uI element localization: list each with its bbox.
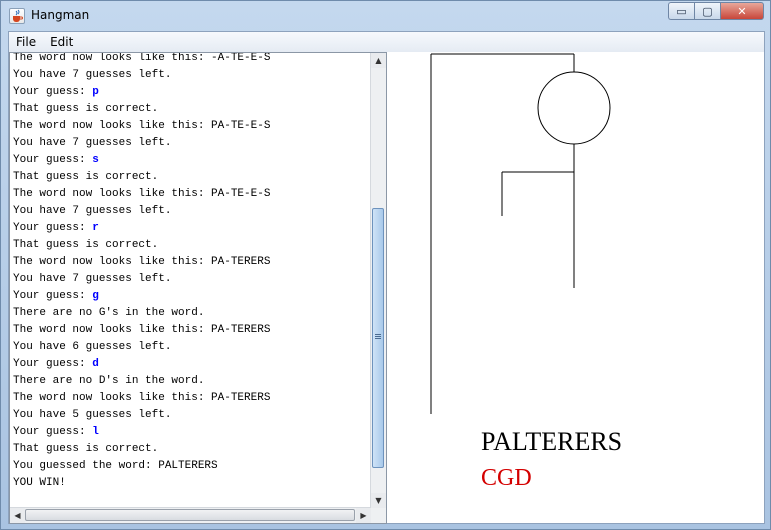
console-text: Your guess:	[13, 426, 93, 438]
revealed-word: PALTERERS	[481, 427, 623, 456]
console-text: You have 5 guesses left.	[13, 409, 172, 421]
guess-letter: s	[92, 154, 99, 166]
window-title: Hangman	[31, 8, 90, 22]
console-line: The word now looks like this: PA-TERERS	[13, 254, 371, 271]
console-text: The word now looks like this: PA-TERERS	[13, 392, 271, 404]
console-line: You have 5 guesses left.	[13, 407, 371, 424]
app-window: Hangman ▭ ▢ ✕ File Edit The word now loo…	[0, 0, 771, 530]
vertical-scroll-thumb[interactable]	[372, 208, 384, 469]
console-line: Your guess: s	[13, 152, 371, 169]
console-text: That guess is correct.	[13, 171, 159, 183]
console-text: Your guess:	[13, 86, 93, 98]
java-cup-icon	[9, 8, 25, 24]
console-text: You have 7 guesses left.	[13, 205, 172, 217]
console-line: The word now looks like this: PA-TE-E-S	[13, 186, 371, 203]
console-text: Your guess:	[13, 290, 93, 302]
console-log: The word now looks like this: -A-TE-E-S Y…	[13, 52, 371, 492]
console-line: The word now looks like this: -A-TE-E-S	[13, 52, 371, 67]
scroll-up-arrow-icon[interactable]: ▲	[371, 53, 386, 68]
console-line: You guessed the word: PALTERERS	[13, 458, 371, 475]
console-text: You have 6 guesses left.	[13, 341, 172, 353]
guess-letter: p	[92, 86, 99, 98]
menu-edit[interactable]: Edit	[43, 32, 80, 52]
console-text: The word now looks like this: PA-TE-E-S	[13, 188, 271, 200]
console-text: Your guess:	[13, 154, 93, 166]
console-text: You guessed the word: PALTERERS	[13, 460, 218, 472]
console-text: The word now looks like this: -A-TE-E-S	[13, 52, 271, 64]
guess-letter: d	[92, 358, 99, 370]
guess-letter: r	[92, 222, 99, 234]
console-text: YOU WIN!	[13, 477, 66, 489]
menu-file[interactable]: File	[9, 32, 43, 52]
console-text: Your guess:	[13, 222, 93, 234]
console-line: The word now looks like this: PA-TE-E-S	[13, 118, 371, 135]
console-line: You have 7 guesses left.	[13, 203, 371, 220]
console-line: That guess is correct.	[13, 169, 371, 186]
console-line: You have 7 guesses left.	[13, 135, 371, 152]
menu-bar: File Edit	[9, 32, 764, 52]
console-text: That guess is correct.	[13, 443, 159, 455]
console-line: There are no D's in the word.	[13, 373, 371, 390]
scroll-right-arrow-icon[interactable]: ▶	[356, 508, 371, 523]
close-button[interactable]: ✕	[720, 2, 764, 20]
console-text: The word now looks like this: PA-TERERS	[13, 324, 271, 336]
console-line: Your guess: p	[13, 84, 371, 101]
console-line: Your guess: r	[13, 220, 371, 237]
incorrect-guesses: CGD	[481, 465, 532, 491]
console-text: The word now looks like this: PA-TE-E-S	[13, 120, 271, 132]
console-line: You have 7 guesses left.	[13, 67, 371, 84]
hangman-canvas: PALTERERS CGD	[387, 52, 764, 524]
scroll-down-arrow-icon[interactable]: ▼	[371, 493, 386, 508]
console-text: That guess is correct.	[13, 239, 159, 251]
title-bar[interactable]: Hangman ▭ ▢ ✕	[1, 1, 770, 31]
console-line: That guess is correct.	[13, 441, 371, 458]
console-line: YOU WIN!	[13, 475, 371, 492]
console-line: The word now looks like this: PA-TERERS	[13, 322, 371, 339]
thumb-grip	[375, 336, 381, 338]
console-line: The word now looks like this: PA-TERERS	[13, 390, 371, 407]
horizontal-scroll-thumb[interactable]	[25, 509, 355, 521]
thumb-grip	[375, 334, 381, 336]
guess-letter: g	[92, 290, 99, 302]
console-text: You have 7 guesses left.	[13, 137, 172, 149]
thumb-grip	[375, 338, 381, 340]
console-line: You have 6 guesses left.	[13, 339, 371, 356]
console-line: Your guess: g	[13, 288, 371, 305]
client-area: File Edit The word now looks like this: …	[8, 31, 765, 524]
vertical-scrollbar[interactable]: ▲ ▼	[370, 53, 386, 508]
console-text: Your guess:	[13, 358, 93, 370]
console-line: Your guess: d	[13, 356, 371, 373]
console-text: There are no G's in the word.	[13, 307, 205, 319]
horizontal-scrollbar[interactable]: ◀ ▶	[10, 507, 371, 523]
console-text: You have 7 guesses left.	[13, 273, 172, 285]
scroll-left-arrow-icon[interactable]: ◀	[10, 508, 25, 523]
console-line: You have 7 guesses left.	[13, 271, 371, 288]
maximize-button[interactable]: ▢	[694, 2, 720, 20]
window-controls: ▭ ▢ ✕	[668, 2, 764, 20]
console-line: That guess is correct.	[13, 237, 371, 254]
scroll-corner	[371, 508, 386, 523]
console-text: The word now looks like this: PA-TERERS	[13, 256, 271, 268]
console-text: That guess is correct.	[13, 103, 159, 115]
console-text: You have 7 guesses left.	[13, 69, 172, 81]
guess-letter: l	[92, 426, 99, 438]
console-panel[interactable]: The word now looks like this: -A-TE-E-S Y…	[9, 52, 387, 524]
console-line: That guess is correct.	[13, 101, 371, 118]
console-text: There are no D's in the word.	[13, 375, 205, 387]
minimize-button[interactable]: ▭	[668, 2, 694, 20]
hangman-head	[537, 71, 611, 145]
console-line: There are no G's in the word.	[13, 305, 371, 322]
console-line: Your guess: l	[13, 424, 371, 441]
